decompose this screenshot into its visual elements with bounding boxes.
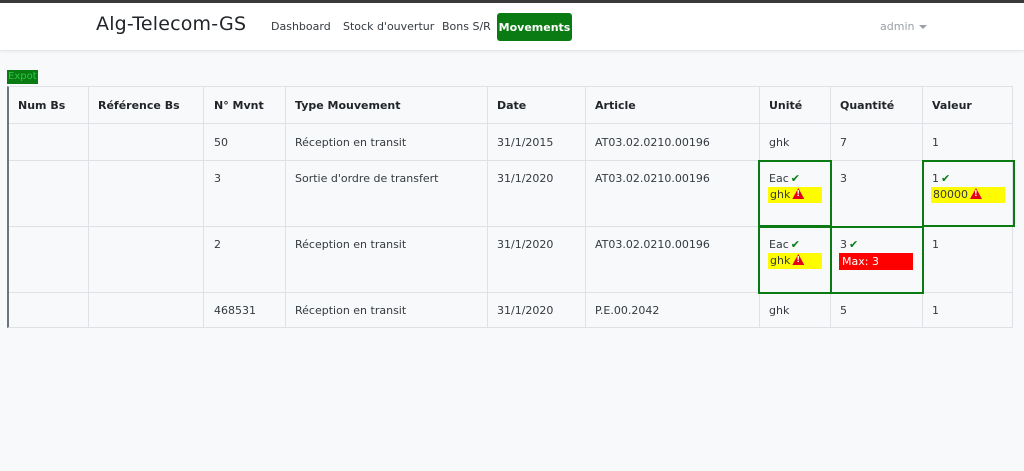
header-date[interactable]: Date xyxy=(497,99,526,112)
cell-mvnt: 468531 xyxy=(214,304,256,317)
unite-warning: ghk xyxy=(768,253,822,269)
quantite-value: 3 xyxy=(840,238,847,251)
cell-valeur: 1 xyxy=(932,136,939,149)
cell-quantite: 7 xyxy=(840,136,847,149)
cell-type: Réception en transit xyxy=(295,136,407,149)
cell-type: Réception en transit xyxy=(295,238,407,251)
cell-mvnt: 50 xyxy=(214,136,228,149)
user-name: admin xyxy=(880,20,915,33)
nav-bons-sr[interactable]: Bons S/R xyxy=(442,20,491,33)
cell-unite: ghk xyxy=(769,136,790,149)
cell-article: AT03.02.0210.00196 xyxy=(595,136,710,149)
user-menu[interactable]: admin xyxy=(880,20,928,33)
unite-value: Eac xyxy=(769,238,789,251)
cell-unite-ok: Eac ✔ xyxy=(769,172,800,185)
valeur-warning: 80000 xyxy=(931,187,1005,203)
header-quantite[interactable]: Quantité xyxy=(840,99,894,112)
check-icon: ✔ xyxy=(849,238,859,251)
check-icon: ✔ xyxy=(941,172,951,185)
header-num-bs[interactable]: Num Bs xyxy=(18,99,65,112)
cell-quantite-ok: 3 ✔ xyxy=(840,238,858,251)
warning-triangle-icon xyxy=(970,188,982,199)
cell-quantite: 3 xyxy=(840,172,847,185)
row-divider xyxy=(9,160,1013,161)
cell-unite: ghk xyxy=(769,304,790,317)
unite-warning-value: ghk xyxy=(770,188,791,201)
header-article[interactable]: Article xyxy=(595,99,636,112)
cell-mvnt: 3 xyxy=(214,172,221,185)
warning-triangle-icon xyxy=(792,188,805,199)
nav-dashboard[interactable]: Dashboard xyxy=(271,20,331,33)
cell-date: 31/1/2020 xyxy=(497,238,554,251)
cell-article: AT03.02.0210.00196 xyxy=(595,172,710,185)
header-type-mouvement[interactable]: Type Mouvement xyxy=(295,99,401,112)
nav-stock-ouverture[interactable]: Stock d'ouvertur xyxy=(343,20,434,33)
cell-valeur-ok: 1 ✔ xyxy=(932,172,950,185)
cell-valeur: 1 xyxy=(932,238,939,251)
cell-mvnt: 2 xyxy=(214,238,221,251)
header-unite[interactable]: Unité xyxy=(769,99,802,112)
cell-quantite: 5 xyxy=(840,304,847,317)
valeur-warning-value: 80000 xyxy=(933,188,968,201)
row-divider xyxy=(9,123,1013,124)
check-icon: ✔ xyxy=(790,238,800,251)
brand-title[interactable]: Alg-Telecom-GS xyxy=(96,13,246,35)
unite-warning: ghk xyxy=(768,187,822,203)
cell-date: 31/1/2020 xyxy=(497,172,554,185)
cell-date: 31/1/2020 xyxy=(497,304,554,317)
cell-article: P.E.00.2042 xyxy=(595,304,660,317)
cell-article: AT03.02.0210.00196 xyxy=(595,238,710,251)
unite-value: Eac xyxy=(769,172,789,185)
movements-table: Num Bs Référence Bs N° Mvnt Type Mouveme… xyxy=(7,86,1015,328)
unite-warning-value: ghk xyxy=(770,254,791,267)
warning-triangle-icon xyxy=(792,254,805,265)
navbar: Alg-Telecom-GS Dashboard Stock d'ouvertu… xyxy=(0,3,1024,51)
header-reference-bs[interactable]: Référence Bs xyxy=(98,99,180,112)
cell-type: Sortie d'ordre de transfert xyxy=(295,172,439,185)
cell-type: Réception en transit xyxy=(295,304,407,317)
cell-date: 31/1/2015 xyxy=(497,136,554,149)
cell-unite-ok: Eac ✔ xyxy=(769,238,800,251)
header-valeur[interactable]: Valeur xyxy=(932,99,972,112)
quantite-max-error: Max: 3 xyxy=(839,253,913,270)
nav-movements[interactable]: Movements xyxy=(497,13,572,41)
cell-valeur: 1 xyxy=(932,304,939,317)
check-icon: ✔ xyxy=(790,172,800,185)
chevron-down-icon xyxy=(919,25,928,29)
header-num-mvnt[interactable]: N° Mvnt xyxy=(214,99,264,112)
export-button[interactable]: Expot xyxy=(7,70,38,84)
valeur-value: 1 xyxy=(932,172,939,185)
